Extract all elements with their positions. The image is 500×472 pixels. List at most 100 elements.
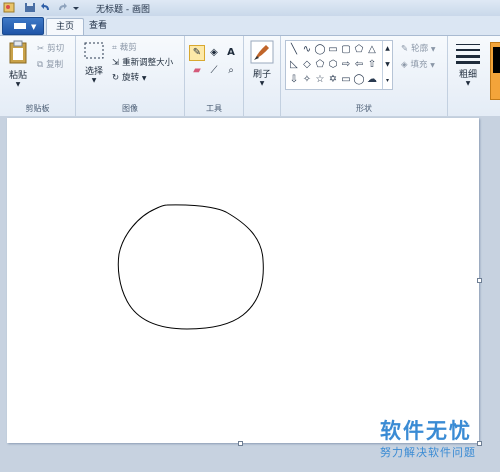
crop-button[interactable]: ⌗ 裁剪 [112, 41, 137, 54]
color1-swatch[interactable] [490, 42, 500, 100]
select-icon [84, 42, 104, 59]
chevron-down-icon: ▼ [91, 77, 97, 84]
paint-app-icon [3, 2, 15, 13]
resize-label: 重新调整大小 [122, 58, 174, 68]
ribbon: 粘贴 ▼ ✂ 剪切 ⧉ 复制 剪贴板 选择 ▼ ⌗ 裁剪 ⇲ 重新调整大小 ↻ 旋转 ▼ … [0, 35, 500, 117]
cut-button[interactable]: ✂ 剪切 [37, 42, 65, 55]
diamond-shape-icon[interactable]: ◇ [301, 59, 313, 71]
file-menu-button[interactable]: ▼ [2, 17, 44, 35]
callout-cloud-shape-icon[interactable]: ☁ [366, 74, 378, 86]
paste-icon [9, 40, 27, 64]
resize-button[interactable]: ⇲ 重新调整大小 [112, 56, 174, 69]
polygon-shape-icon[interactable]: ⬠ [353, 44, 365, 56]
select-label: 选择 [84, 67, 103, 77]
outline-button[interactable]: ✎ 轮廓 ▼ [401, 42, 436, 55]
tab-view[interactable]: 查看 [80, 18, 116, 35]
paste-button[interactable]: 粘贴 ▼ [4, 39, 32, 88]
magnifier-tool[interactable]: ⌕ [223, 63, 239, 79]
brushes-label: 刷子 [252, 70, 271, 80]
size-label: 粗细 [458, 70, 477, 80]
save-icon[interactable] [24, 2, 36, 13]
pentagon-shape-icon[interactable]: ⬠ [314, 59, 326, 71]
rotate-label: 旋转 [122, 73, 140, 83]
window-title: 无标题 - 画图 [96, 5, 150, 15]
eraser-icon: ▰ [193, 65, 201, 76]
rectangle-shape-icon[interactable]: ▭ [327, 44, 339, 56]
outline-label: 轮廓 [411, 44, 429, 54]
rotate-button[interactable]: ↻ 旋转 ▼ [112, 71, 147, 84]
chevron-down-icon: ▼ [430, 62, 435, 69]
drawing-canvas[interactable] [7, 118, 479, 443]
magnifier-icon: ⌕ [228, 65, 234, 76]
select-button[interactable]: 选择 ▼ [80, 41, 108, 84]
line-shape-icon[interactable]: ╲ [288, 44, 300, 56]
left-arrow-shape-icon[interactable]: ⇦ [353, 59, 365, 71]
clipboard-group-label: 剪贴板 [25, 104, 50, 113]
triangle-shape-icon[interactable]: △ [366, 44, 378, 56]
chevron-down-icon: ▼ [15, 81, 21, 88]
chevron-down-icon: ▼ [430, 46, 436, 53]
copy-button[interactable]: ⧉ 复制 [37, 58, 64, 71]
chevron-down-icon: ▼ [141, 75, 147, 82]
watermark-subtitle: 努力解决软件问题 [380, 446, 476, 459]
title-bar: 无标题 - 画图 [0, 0, 500, 17]
callout-oval-shape-icon[interactable]: ◯ [353, 74, 365, 86]
tab-home[interactable]: 主页 [46, 18, 85, 36]
shapes-scroll[interactable]: ▲ ▼ ▾ [382, 41, 392, 89]
redo-icon[interactable] [56, 2, 68, 13]
chevron-down-icon: ▼ [259, 80, 265, 87]
cut-label: 剪切 [47, 44, 65, 54]
brush-icon [250, 40, 274, 64]
line-width-icon [456, 44, 480, 64]
shapes-gallery: ╲ ∿ ◯ ▭ ▢ ⬠ △ ◺ ◇ ⬠ ⬡ ⇨ ⇦ ⇧ ⇩ ✧ ☆ ✡ ▭ ◯ … [285, 40, 393, 90]
text-tool[interactable]: A [223, 45, 239, 61]
freehand-circle-drawing [117, 204, 264, 330]
down-arrow-shape-icon[interactable]: ⇩ [288, 74, 300, 86]
eraser-tool[interactable]: ▰ [189, 63, 205, 79]
text-icon: A [227, 47, 235, 58]
brushes-button[interactable]: 刷子 ▼ [247, 40, 277, 87]
pencil-icon: ✎ [192, 47, 202, 58]
eyedropper-icon: ⟋ [210, 65, 218, 76]
rotate-icon: ↻ [112, 72, 120, 83]
size-button[interactable]: 粗细 ▼ [454, 42, 482, 87]
shapes-group: ╲ ∿ ◯ ▭ ▢ ⬠ △ ◺ ◇ ⬠ ⬡ ⇨ ⇦ ⇧ ⇩ ✧ ☆ ✡ ▭ ◯ … [281, 36, 448, 116]
image-group-label: 图像 [122, 104, 138, 113]
rounded-rectangle-shape-icon[interactable]: ▢ [340, 44, 352, 56]
right-triangle-shape-icon[interactable]: ◺ [288, 59, 300, 71]
resize-handle-right[interactable] [477, 278, 482, 283]
hexagon-shape-icon[interactable]: ⬡ [327, 59, 339, 71]
clipboard-group: 粘贴 ▼ ✂ 剪切 ⧉ 复制 剪贴板 [0, 36, 76, 116]
customize-toolbar-icon[interactable] [71, 2, 83, 13]
tools-group: ✎ ◈ A ▰ ⟋ ⌕ 工具 [185, 36, 244, 116]
image-group: 选择 ▼ ⌗ 裁剪 ⇲ 重新调整大小 ↻ 旋转 ▼ 图像 [76, 36, 185, 116]
copy-icon: ⧉ [37, 59, 44, 70]
up-arrow-shape-icon[interactable]: ⇧ [366, 59, 378, 71]
file-menu-icon [14, 23, 26, 29]
four-point-star-shape-icon[interactable]: ✧ [301, 74, 313, 86]
copy-label: 复制 [46, 60, 64, 70]
fill-tool[interactable]: ◈ [206, 45, 222, 61]
undo-icon[interactable] [40, 2, 52, 13]
fill-bucket-icon: ◈ [210, 47, 218, 58]
ribbon-tabs: ▼ 主页 查看 [0, 16, 500, 36]
fill-button[interactable]: ◈ 填充 ▼ [401, 58, 435, 71]
chevron-down-icon: ▼ [31, 23, 37, 31]
callout-rect-shape-icon[interactable]: ▭ [340, 74, 352, 86]
resize-handle-bottom[interactable] [238, 441, 243, 446]
watermark-title: 软件无忧 [380, 419, 472, 443]
six-point-star-shape-icon[interactable]: ✡ [327, 74, 339, 86]
right-arrow-shape-icon[interactable]: ⇨ [340, 59, 352, 71]
size-group: 粗细 ▼ [448, 36, 488, 116]
fill-icon: ◈ [401, 59, 408, 70]
color-picker-tool[interactable]: ⟋ [206, 63, 222, 79]
fill-label: 填充 [410, 60, 428, 70]
pencil-tool[interactable]: ✎ [189, 45, 205, 61]
oval-shape-icon[interactable]: ◯ [314, 44, 326, 56]
watermark: 软件无忧 努力解决软件问题 [372, 415, 500, 472]
outline-icon: ✎ [401, 43, 409, 54]
curve-shape-icon[interactable]: ∿ [301, 44, 313, 56]
scissors-icon: ✂ [37, 43, 45, 54]
five-point-star-shape-icon[interactable]: ☆ [314, 74, 326, 86]
crop-label: 裁剪 [119, 43, 137, 53]
